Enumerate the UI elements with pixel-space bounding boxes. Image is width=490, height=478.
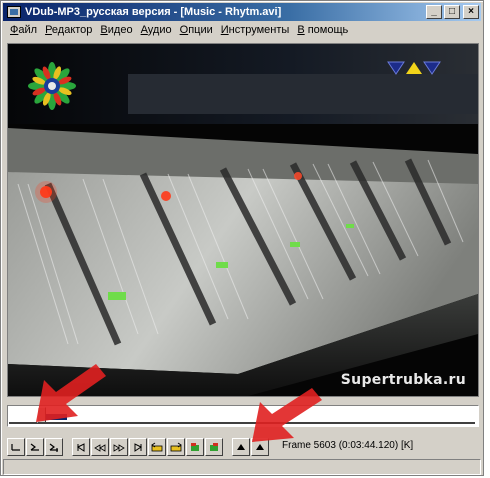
annotation-arrow-mark <box>252 388 322 442</box>
menu-help[interactable]: В помощь <box>293 24 352 36</box>
close-button[interactable]: × <box>463 5 479 19</box>
playback-toolbar <box>7 438 270 456</box>
go-end-button[interactable] <box>129 438 147 456</box>
go-start-icon <box>77 443 85 452</box>
stop-button[interactable] <box>7 438 25 456</box>
window-controls: _ □ × <box>424 5 479 19</box>
stop-icon <box>11 444 20 451</box>
play-output-icon <box>49 443 58 452</box>
go-end-icon <box>134 443 142 452</box>
menu-tools[interactable]: Инструменты <box>217 24 294 36</box>
prev-scene-icon <box>191 443 199 451</box>
minimize-button[interactable]: _ <box>426 5 442 19</box>
menu-bar: Файл Редактор Видео Аудио Опции Инструме… <box>3 22 481 38</box>
status-bar <box>3 459 481 475</box>
next-scene-button[interactable] <box>205 438 223 456</box>
title-bar[interactable]: VDub-MP3_русская версия - [Music - Rhytm… <box>3 3 481 21</box>
prev-frame-button[interactable] <box>91 438 109 456</box>
prev-frame-icon <box>94 444 106 452</box>
menu-audio[interactable]: Аудио <box>137 24 176 36</box>
menu-video[interactable]: Видео <box>96 24 136 36</box>
next-frame-button[interactable] <box>110 438 128 456</box>
next-frame-icon <box>113 444 125 452</box>
prev-key-button[interactable] <box>148 438 166 456</box>
next-scene-icon <box>210 443 218 451</box>
video-preview: Supertrubka.ru <box>7 43 479 397</box>
maximize-button[interactable]: □ <box>444 5 460 19</box>
menu-edit[interactable]: Редактор <box>41 24 96 36</box>
menu-file[interactable]: Файл <box>6 24 41 36</box>
app-icon <box>7 6 21 18</box>
prev-scene-button[interactable] <box>186 438 204 456</box>
play-input-button[interactable] <box>26 438 44 456</box>
play-output-button[interactable] <box>45 438 63 456</box>
annotation-arrow-seek <box>36 364 106 422</box>
next-key-icon <box>170 442 182 452</box>
video-frame-image <box>8 44 478 396</box>
go-start-button[interactable] <box>72 438 90 456</box>
video-watermark: Supertrubka.ru <box>340 372 466 388</box>
window-title: VDub-MP3_русская версия - [Music - Rhytm… <box>25 6 282 18</box>
prev-key-icon <box>151 442 163 452</box>
mark-in-icon <box>237 444 245 450</box>
menu-options[interactable]: Опции <box>176 24 217 36</box>
next-key-button[interactable] <box>167 438 185 456</box>
play-input-icon <box>30 443 39 451</box>
mark-in-button[interactable] <box>232 438 250 456</box>
